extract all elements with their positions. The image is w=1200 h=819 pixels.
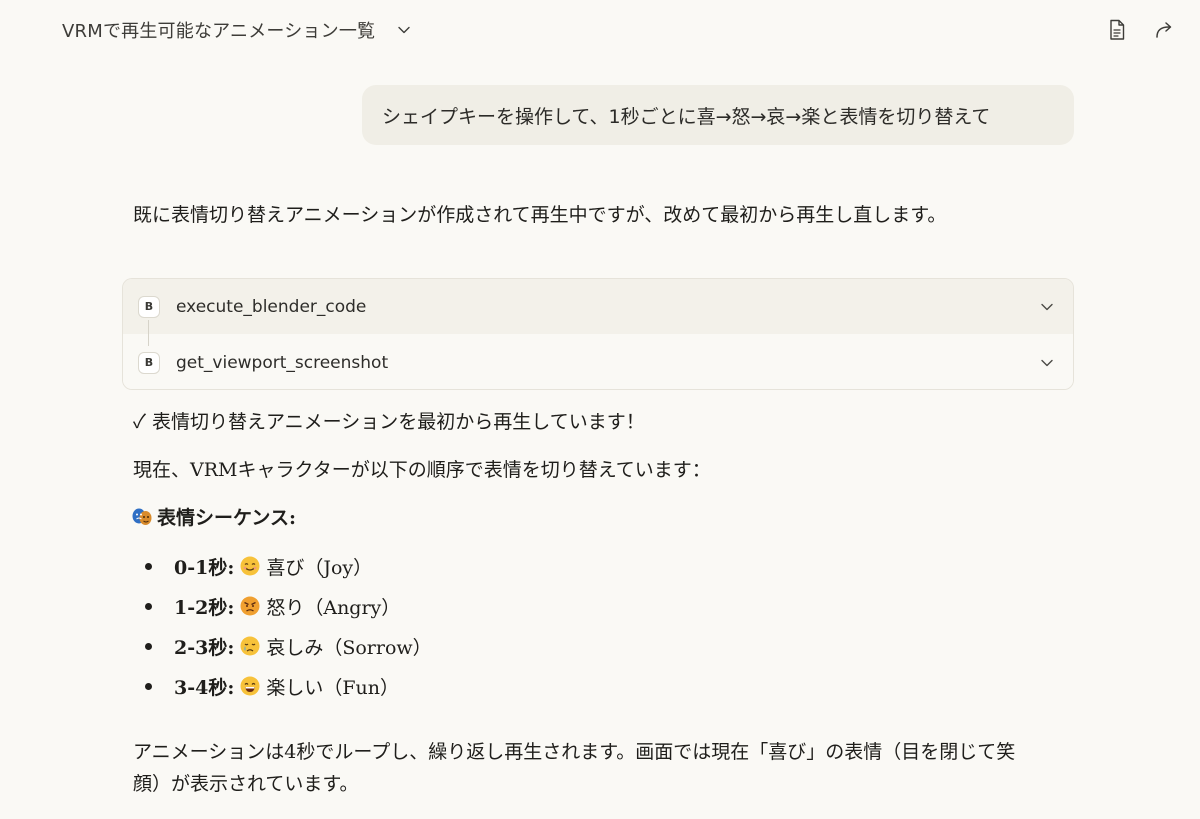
angry-face-icon (240, 596, 260, 616)
status-description-text: 現在、VRMキャラクターが以下の順序で表情を切り替えています： (133, 459, 711, 481)
crying-face-icon (240, 636, 260, 656)
share-icon[interactable] (1153, 18, 1177, 42)
list-item: 2-3秒: 哀しみ（Sorrow） (145, 630, 432, 662)
tool-name: execute_blender_code (176, 296, 367, 317)
chevron-down-icon (397, 23, 411, 37)
top-bar: VRMで再生可能なアニメーション一覧 (0, 0, 1200, 60)
sequence-label: 喜び（Joy） (266, 556, 373, 579)
user-message-bubble: シェイプキーを操作して、1秒ごとに喜→怒→哀→楽と表情を切り替えて (362, 85, 1074, 145)
sequence-heading: 表情シーケンス: (131, 503, 296, 530)
bullet-dot (145, 642, 152, 650)
list-item: 3-4秒: 楽しい（Fun） (145, 670, 399, 702)
sequence-heading-text: 表情シーケンス: (157, 507, 297, 529)
bullet-dot (145, 562, 152, 570)
tool-name: get_viewport_screenshot (176, 352, 389, 373)
tool-calls-panel: B execute_blender_code B get_viewport_sc… (122, 278, 1074, 390)
sequence-time: 3-4秒: (174, 676, 235, 699)
bullet-dot (145, 682, 152, 690)
status-check-text: ✓ 表情切り替えアニメーションを最初から再生しています！ (133, 411, 645, 433)
list-item: 1-2秒: 怒り（Angry） (145, 590, 400, 622)
sequence-label: 哀しみ（Sorrow） (266, 636, 432, 659)
sequence-time: 1-2秒: (174, 596, 235, 619)
conversation-title: VRMで再生可能なアニメーション一覧 (62, 21, 376, 42)
sequence-label: 怒り（Angry） (266, 596, 401, 619)
performing-arts-icon (131, 506, 153, 528)
tool-connector-line (148, 320, 149, 346)
closing-text: アニメーションは4秒でループし、繰り返し再生されます。画面では現在「喜び」の表情… (133, 741, 1016, 795)
conversation-title-button[interactable]: VRMで再生可能なアニメーション一覧 (62, 14, 411, 46)
chevron-down-icon[interactable] (1039, 299, 1055, 315)
blender-badge-icon: B (138, 295, 160, 318)
chevron-down-icon[interactable] (1039, 355, 1055, 371)
tool-call-execute-blender-code[interactable]: B execute_blender_code (123, 279, 1073, 334)
document-icon[interactable] (1105, 18, 1129, 42)
user-message-text: シェイプキーを操作して、1秒ごとに喜→怒→哀→楽と表情を切り替えて (382, 105, 991, 128)
sequence-time: 2-3秒: (174, 636, 235, 659)
sequence-time: 0-1秒: (174, 556, 235, 579)
blender-badge-icon: B (138, 351, 160, 374)
bullet-dot (145, 602, 152, 610)
list-item: 0-1秒: 喜び（Joy） (145, 550, 372, 582)
assistant-intro-text: 既に表情切り替えアニメーションが作成されて再生中ですが、改めて最初から再生し直し… (133, 204, 947, 226)
smiling-face-icon (240, 556, 260, 576)
grinning-face-icon (240, 676, 260, 696)
tool-call-get-viewport-screenshot[interactable]: B get_viewport_screenshot (123, 335, 1073, 389)
sequence-label: 楽しい（Fun） (266, 676, 400, 699)
